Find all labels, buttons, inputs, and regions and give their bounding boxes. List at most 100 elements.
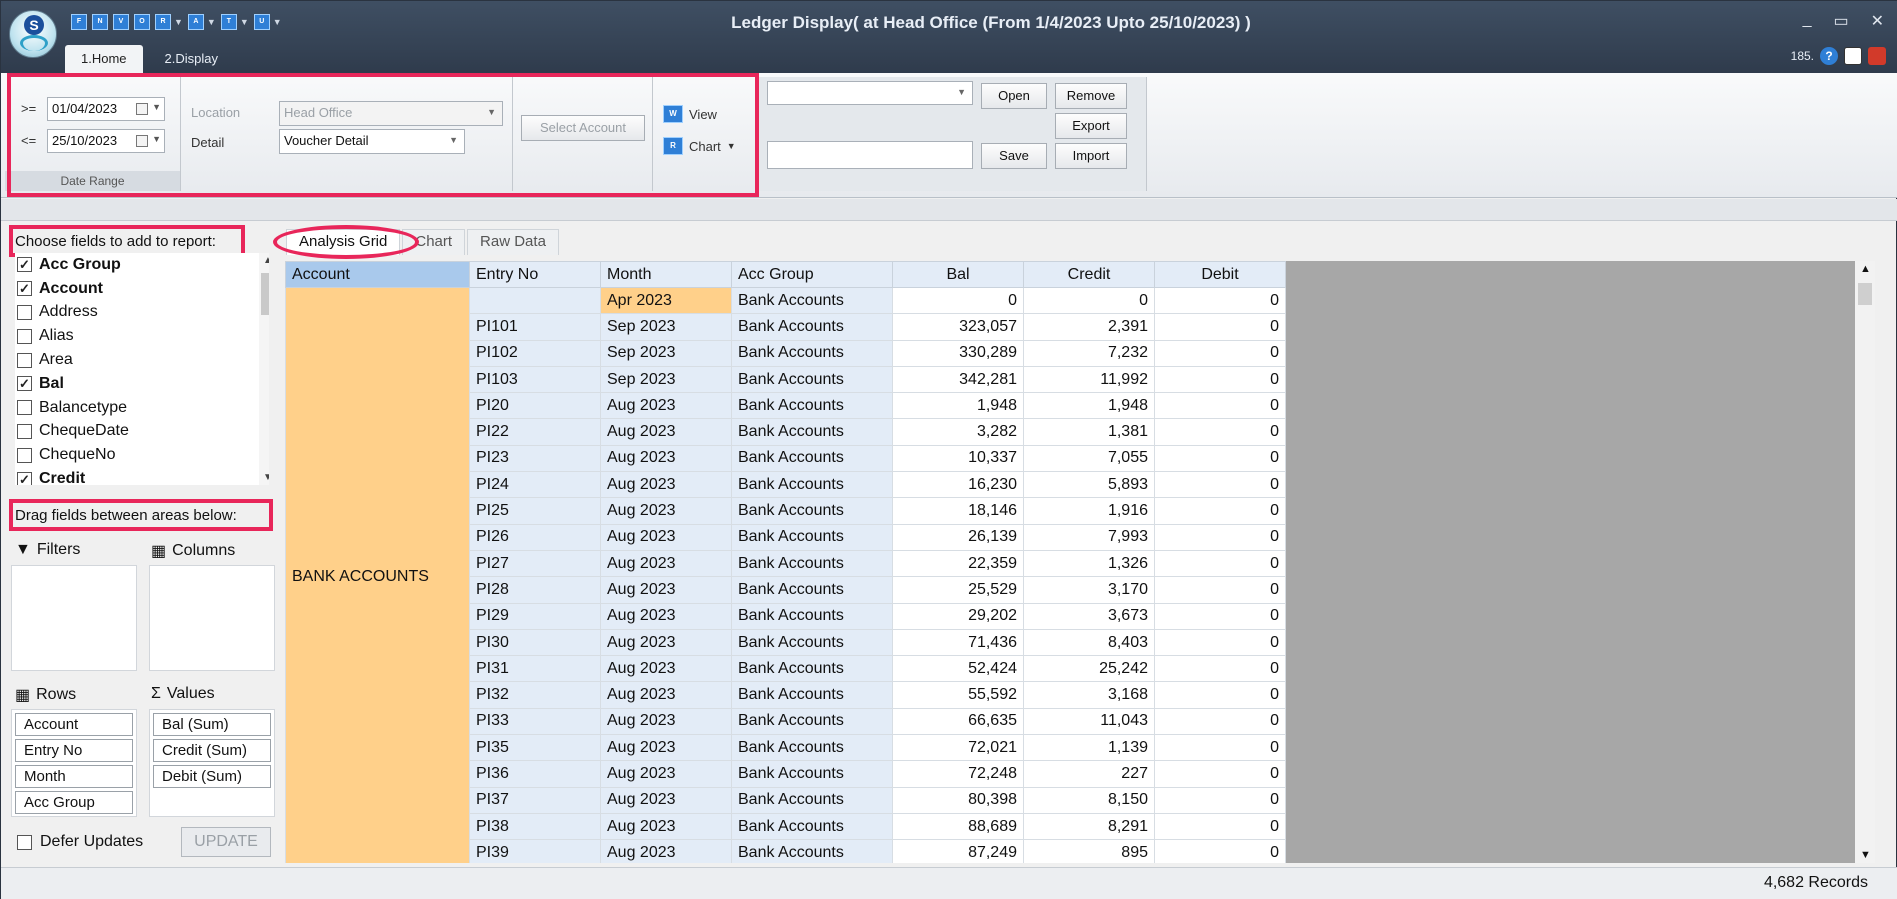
credit-cell[interactable]: 8,291	[1023, 812, 1155, 841]
entry-no-cell[interactable]: PI29	[469, 602, 601, 630]
acc-group-cell[interactable]: Bank Accounts	[731, 339, 893, 367]
bal-cell[interactable]: 52,424	[892, 655, 1024, 683]
entry-no-cell[interactable]: PI35	[469, 734, 601, 762]
acc-group-cell[interactable]: Bank Accounts	[731, 418, 893, 446]
month-cell[interactable]: Aug 2023	[600, 392, 732, 420]
credit-cell[interactable]: 11,043	[1023, 707, 1155, 736]
field-item[interactable]: ✓ Credit	[15, 467, 269, 485]
acc-group-cell[interactable]: Bank Accounts	[731, 286, 893, 315]
debit-cell[interactable]: 0	[1154, 392, 1286, 420]
export-button[interactable]: Export	[1055, 113, 1127, 139]
credit-cell[interactable]: 2,391	[1023, 313, 1155, 341]
bal-cell[interactable]: 3,282	[892, 418, 1024, 446]
bal-cell[interactable]: 330,289	[892, 339, 1024, 367]
document-icon[interactable]	[1844, 47, 1862, 65]
entry-no-cell[interactable]	[469, 286, 601, 315]
credit-cell[interactable]: 3,170	[1023, 576, 1155, 604]
credit-cell[interactable]: 227	[1023, 760, 1155, 788]
entry-no-cell[interactable]: PI36	[469, 760, 601, 788]
credit-cell[interactable]: 7,232	[1023, 339, 1155, 367]
entry-no-cell[interactable]: PI31	[469, 655, 601, 683]
to-date-picker[interactable]: 25/10/2023 ▼	[47, 129, 165, 153]
bal-cell[interactable]: 10,337	[892, 444, 1024, 473]
month-cell[interactable]: Aug 2023	[600, 549, 732, 578]
scroll-up-icon[interactable]: ▲	[1860, 263, 1871, 275]
bal-cell[interactable]: 1,948	[892, 392, 1024, 420]
credit-cell[interactable]: 895	[1023, 839, 1155, 863]
credit-cell[interactable]: 1,916	[1023, 497, 1155, 525]
entry-no-cell[interactable]: PI38	[469, 812, 601, 841]
scroll-down-icon[interactable]: ▼	[263, 472, 269, 483]
acc-group-cell[interactable]: Bank Accounts	[731, 628, 893, 657]
bal-cell[interactable]: 80,398	[892, 786, 1024, 814]
row-field-chip[interactable]: Account	[15, 713, 133, 736]
field-checkbox[interactable]: ✓	[17, 376, 32, 392]
entry-no-cell[interactable]: PI23	[469, 444, 601, 473]
acc-group-cell[interactable]: Bank Accounts	[731, 812, 893, 841]
acc-group-cell[interactable]: Bank Accounts	[731, 707, 893, 736]
month-cell[interactable]: Aug 2023	[600, 681, 732, 709]
bal-cell[interactable]: 66,635	[892, 707, 1024, 736]
from-date-picker[interactable]: 01/04/2023 ▼	[47, 97, 165, 121]
value-field-chip[interactable]: Bal (Sum)	[153, 713, 271, 736]
maximize-button[interactable]: ▭	[1833, 11, 1848, 31]
bal-cell[interactable]: 323,057	[892, 313, 1024, 341]
debit-cell[interactable]: 0	[1154, 339, 1286, 367]
quick-access-button[interactable]: N	[92, 14, 108, 30]
credit-cell[interactable]: 1,139	[1023, 734, 1155, 762]
credit-cell[interactable]: 7,055	[1023, 444, 1155, 473]
entry-no-cell[interactable]: PI20	[469, 392, 601, 420]
debit-cell[interactable]: 0	[1154, 655, 1286, 683]
month-cell[interactable]: Apr 2023	[600, 286, 732, 315]
quick-access-button[interactable]: A ▼	[187, 14, 216, 30]
bal-cell[interactable]: 22,359	[892, 549, 1024, 578]
quick-access-button[interactable]: O	[134, 14, 150, 30]
field-checkbox[interactable]	[17, 400, 32, 416]
entry-no-cell[interactable]: PI32	[469, 681, 601, 709]
field-list-scrollbar[interactable]: ▲ ▼	[259, 253, 269, 485]
month-cell[interactable]: Aug 2023	[600, 812, 732, 841]
acc-group-cell[interactable]: Bank Accounts	[731, 655, 893, 683]
column-header[interactable]: Bal	[892, 261, 1024, 288]
month-cell[interactable]: Aug 2023	[600, 734, 732, 762]
entry-no-cell[interactable]: PI37	[469, 786, 601, 814]
month-cell[interactable]: Aug 2023	[600, 418, 732, 446]
credit-cell[interactable]: 3,673	[1023, 602, 1155, 630]
acc-group-cell[interactable]: Bank Accounts	[731, 576, 893, 604]
entry-no-cell[interactable]: PI25	[469, 497, 601, 525]
tab-raw-data[interactable]: Raw Data	[467, 229, 559, 255]
field-checkbox[interactable]: ✓	[17, 257, 32, 273]
layout-name-input[interactable]	[767, 141, 973, 169]
month-cell[interactable]: Aug 2023	[600, 839, 732, 863]
debit-cell[interactable]: 0	[1154, 286, 1286, 315]
credit-cell[interactable]: 5,893	[1023, 471, 1155, 499]
field-item[interactable]: Address	[15, 301, 269, 325]
credit-cell[interactable]: 8,150	[1023, 786, 1155, 814]
update-button[interactable]: UPDATE	[181, 827, 271, 857]
bal-cell[interactable]: 25,529	[892, 576, 1024, 604]
debit-cell[interactable]: 0	[1154, 418, 1286, 446]
bal-cell[interactable]: 0	[892, 286, 1024, 315]
month-cell[interactable]: Aug 2023	[600, 497, 732, 525]
debit-cell[interactable]: 0	[1154, 471, 1286, 499]
entry-no-cell[interactable]: PI39	[469, 839, 601, 863]
credit-cell[interactable]: 3,168	[1023, 681, 1155, 709]
detail-combo[interactable]: Voucher Detail ▼	[279, 129, 465, 154]
month-cell[interactable]: Sep 2023	[600, 313, 732, 341]
credit-cell[interactable]: 8,403	[1023, 628, 1155, 657]
entry-no-cell[interactable]: PI101	[469, 313, 601, 341]
quick-access-button[interactable]: V	[113, 14, 129, 30]
column-header[interactable]: Debit	[1154, 261, 1286, 288]
value-field-chip[interactable]: Debit (Sum)	[153, 765, 271, 788]
field-checkbox[interactable]: ✓	[17, 281, 32, 297]
month-cell[interactable]: Aug 2023	[600, 576, 732, 604]
bal-cell[interactable]: 26,139	[892, 523, 1024, 551]
quick-access-button[interactable]: R ▼	[155, 14, 183, 30]
defer-checkbox[interactable]	[17, 834, 32, 850]
field-item[interactable]: ✓ Bal	[15, 372, 269, 396]
debit-cell[interactable]: 0	[1154, 839, 1286, 863]
debit-cell[interactable]: 0	[1154, 313, 1286, 341]
acc-group-cell[interactable]: Bank Accounts	[731, 839, 893, 863]
entry-no-cell[interactable]: PI22	[469, 418, 601, 446]
tab-display[interactable]: 2.Display	[149, 45, 234, 73]
